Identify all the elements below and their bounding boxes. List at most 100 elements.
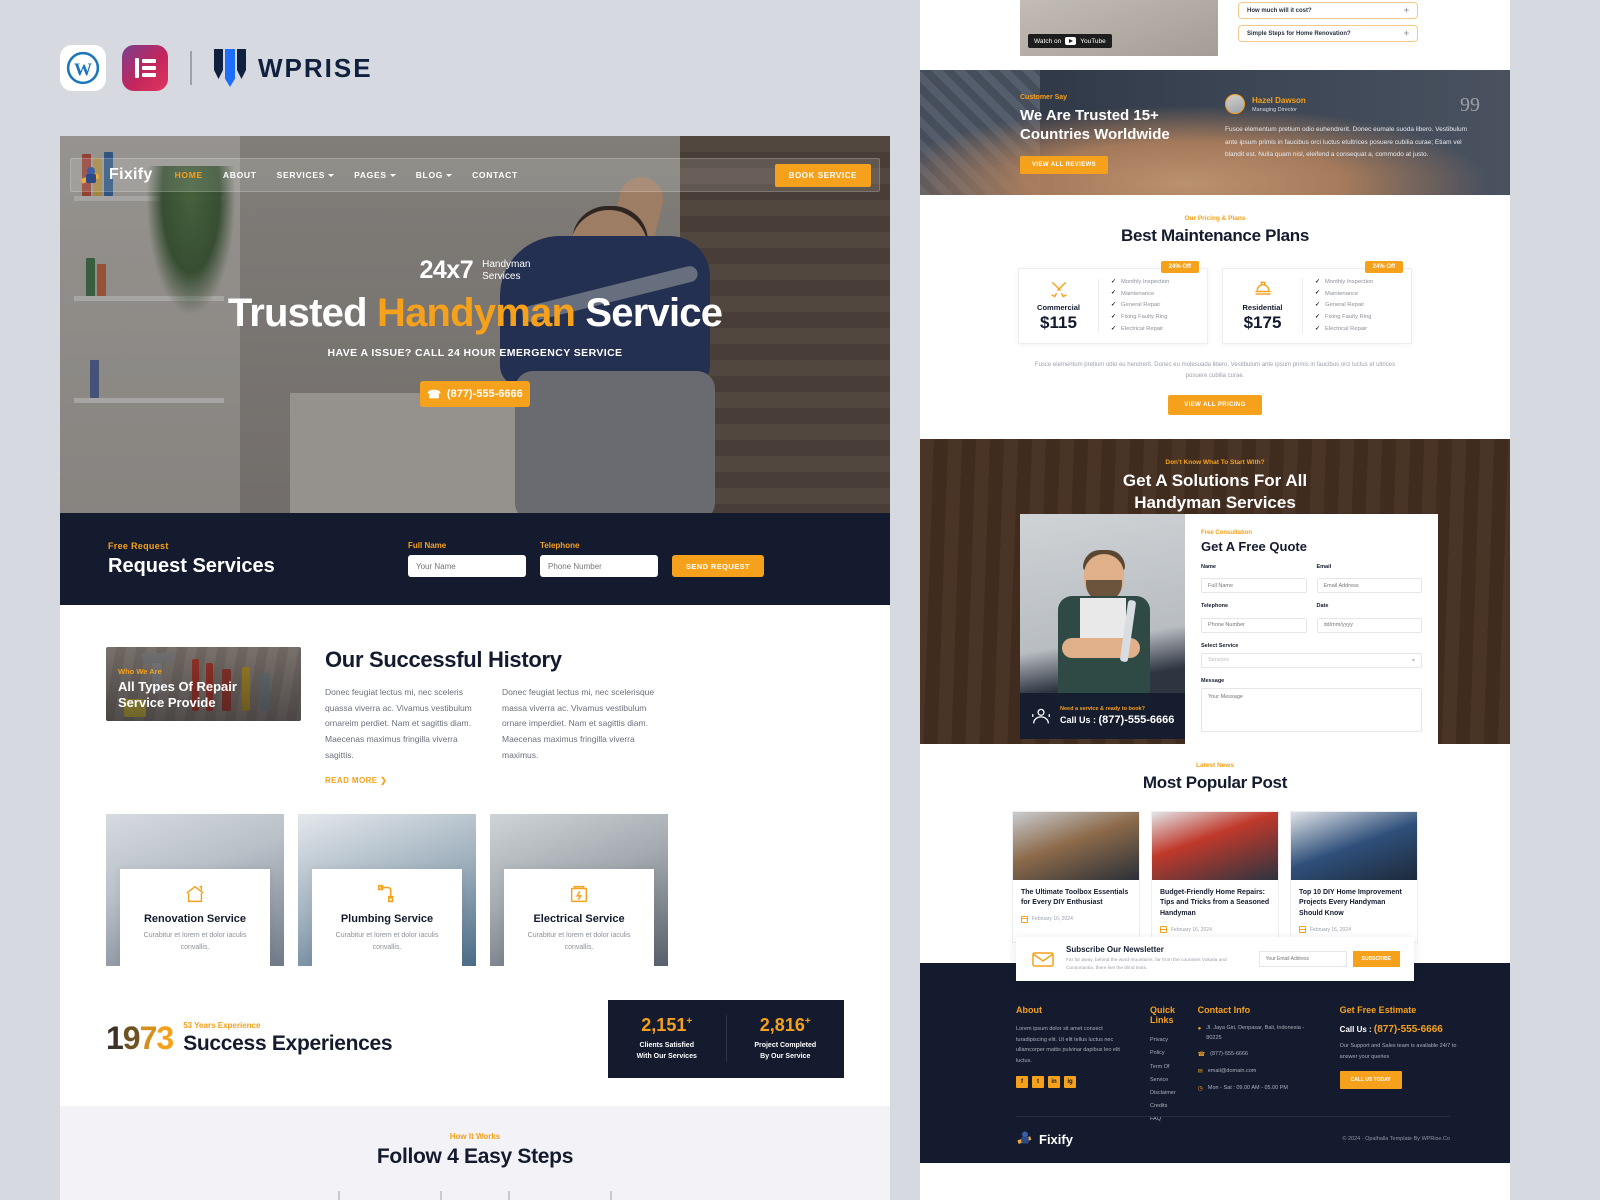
quote-service-select[interactable]: Services ▾ [1201, 652, 1422, 668]
faq-item-cost[interactable]: How much will it cost? + [1238, 2, 1418, 19]
book-service-button[interactable]: BOOK SERVICE [774, 163, 871, 187]
newsletter-desc: Far far away, behind the word mountains,… [1066, 958, 1227, 972]
who-we-are-title: All Types Of Repair Service Provide [118, 678, 237, 710]
plan-commercial[interactable]: 24% Off Commercial $115 ✓ Monthly Inspect… [1018, 261, 1208, 344]
calendar-icon [1160, 926, 1167, 934]
quote-email-input[interactable] [1316, 578, 1422, 594]
handyman-figure [1050, 549, 1155, 706]
quote-message-input[interactable] [1201, 687, 1422, 732]
house-icon [184, 883, 206, 905]
check-icon: ✓ [1111, 290, 1117, 297]
request-phone-input[interactable] [540, 555, 658, 577]
blog-card[interactable]: Top 10 DIY Home Improvement Projects Eve… [1290, 810, 1418, 944]
instagram-icon[interactable]: ig [1064, 1076, 1076, 1089]
wprise-mark-icon [214, 49, 246, 87]
youtube-watch-badge[interactable]: Watch on YouTube [1028, 34, 1112, 48]
footer-logo[interactable]: Fixify [1016, 1129, 1073, 1149]
history-paragraph-2: Donec feugiat lectus mi, nec scelerisque… [502, 687, 655, 760]
service-card-renovation[interactable]: Renovation Service Curabitur et lorem et… [106, 813, 284, 966]
nav-item-pages[interactable]: PAGES [354, 170, 396, 180]
view-all-reviews-button[interactable]: VIEW ALL REVIEWS [1020, 156, 1109, 175]
brand-bar: W WPRISE [60, 45, 373, 91]
service-title: Electrical Service [533, 912, 625, 925]
nav-item-about[interactable]: ABOUT [223, 170, 257, 180]
hero-eyebrow-small: Handyman Services [482, 259, 531, 282]
quote-section: Don't Know What To Start With? Get A Sol… [920, 438, 1510, 744]
call-us-today-button[interactable]: CALL US TODAY [1339, 1071, 1402, 1090]
pricing-heading: Best Maintenance Plans [1120, 226, 1310, 245]
footer-phone[interactable]: ☎ (877)-555-6666 [1198, 1050, 1318, 1061]
twitter-icon[interactable]: t [1032, 1076, 1044, 1089]
chevron-down-icon [446, 173, 453, 177]
footer-estimate: Get Free Estimate Call Us : (877)-555-66… [1339, 1005, 1458, 1126]
tools-cross-icon [1049, 279, 1069, 299]
faq-video-thumb[interactable]: Watch on YouTube [1020, 0, 1218, 56]
footer-link-credits[interactable]: Credits [1150, 1100, 1176, 1113]
calendar-icon [1021, 915, 1028, 923]
footer-email[interactable]: ✉ email@domain.com [1198, 1067, 1318, 1078]
nav-item-contact[interactable]: CONTACT [472, 170, 518, 180]
service-title: Renovation Service [143, 912, 247, 925]
wprise-wordmark: WPRISE [258, 52, 373, 83]
footer-link-disclaimer[interactable]: Disclaimer [1150, 1087, 1176, 1100]
footer-link-privacy[interactable]: Privacy Policy [1150, 1034, 1176, 1060]
send-request-button[interactable]: SEND REQUEST [672, 555, 764, 577]
plan-price: $115 [1040, 313, 1077, 332]
quote-telephone-input[interactable] [1201, 617, 1307, 633]
plan-residential[interactable]: 24% Off Residential $175 ✓ Monthly Inspec… [1222, 261, 1412, 344]
plan-discount-badge: 24% Off [1364, 261, 1403, 273]
blog-photo [1291, 811, 1417, 880]
check-icon: ✓ [1315, 325, 1321, 332]
check-icon: ✓ [1111, 325, 1117, 332]
quote-name-input[interactable] [1201, 578, 1307, 594]
check-icon: ✓ [1315, 313, 1321, 320]
request-name-group: Full Name [408, 541, 526, 577]
svg-text:W: W [74, 59, 92, 79]
newsletter-email-input[interactable] [1258, 951, 1347, 968]
subscribe-button[interactable]: SUBSCRIBE [1352, 951, 1400, 968]
quote-form-eyebrow: Free Consultation [1201, 529, 1253, 536]
service-card-plumbing[interactable]: Plumbing Service Curabitur et lorem et d… [298, 813, 476, 966]
request-eyebrow: Free Request [108, 540, 169, 551]
service-title: Plumbing Service [340, 912, 434, 925]
service-card-electrical[interactable]: Electrical Service Curabitur et lorem et… [490, 813, 668, 966]
linkedin-icon[interactable]: in [1048, 1076, 1060, 1089]
view-all-pricing-button[interactable]: VIEW ALL PRICING [1168, 394, 1262, 415]
fixify-mascot-icon [1016, 1129, 1034, 1149]
site-logo[interactable]: Fixify [79, 164, 153, 186]
request-name-label: Full Name [408, 541, 447, 550]
testimonial-author-block: Hazel Dawson Managing Director [1225, 94, 1480, 114]
quote-date-input[interactable] [1316, 617, 1422, 633]
facebook-icon[interactable]: f [1016, 1076, 1028, 1089]
screenshot-root: W WPRISE Fixify HOME ABOUT SERVICES PAGE… [0, 0, 1600, 1200]
nav-item-blog[interactable]: BLOG [416, 170, 453, 180]
faq-item-steps[interactable]: Simple Steps for Home Renovation? + [1238, 25, 1418, 42]
who-we-are-card: Who We Are All Types Of Repair Service P… [106, 647, 301, 721]
hero-content: 24x7 Handyman Services Trusted Handyman … [60, 256, 890, 407]
quote-email-label: Email [1316, 563, 1332, 570]
experience-section: 1973 53 Years Experience Success Experie… [60, 966, 890, 1078]
plus-icon: + [1403, 5, 1409, 15]
experience-eyebrow: 53 Years Experience [183, 1021, 261, 1031]
history-paragraph-1: Donec feugiat lectus mi, nec sceleris qu… [325, 687, 472, 760]
footer-link-terms[interactable]: Term Of Service [1150, 1061, 1176, 1087]
nav-item-services[interactable]: SERVICES [277, 170, 335, 180]
blog-date: February 16, 2024 [1299, 926, 1409, 934]
social-links: f t in ig [1016, 1076, 1128, 1089]
footer-about-text: Lorem ipsum dolor sit amet consect turad… [1016, 1026, 1120, 1064]
step-1 [310, 1190, 368, 1200]
nav-item-home[interactable]: HOME [175, 170, 203, 180]
blog-title: The Ultimate Toolbox Essentials for Ever… [1021, 888, 1129, 907]
footer-quicklinks-title: Quick Links [1150, 1005, 1176, 1026]
blog-eyebrow: Latest News [1196, 761, 1234, 769]
quote-call-cta[interactable]: Need a service & ready to book? Call Us … [1020, 692, 1185, 739]
testimonial-author-role: Managing Director [1252, 106, 1297, 113]
request-name-input[interactable] [408, 555, 526, 577]
hero-call-button[interactable]: ☎ (877)-555-6666 [420, 381, 530, 407]
blog-card[interactable]: The Ultimate Toolbox Essentials for Ever… [1012, 810, 1140, 944]
footer-quick-links: Quick Links Privacy Policy Term Of Servi… [1150, 1005, 1176, 1126]
chevron-down-icon [389, 173, 396, 177]
read-more-link[interactable]: READ MORE ❯ [325, 776, 387, 785]
plan-features: ✓ Monthly Inspection ✓ Maintenance ✓ Genera… [1099, 277, 1207, 335]
blog-card[interactable]: Budget-Friendly Home Repairs: Tips and T… [1151, 810, 1279, 944]
